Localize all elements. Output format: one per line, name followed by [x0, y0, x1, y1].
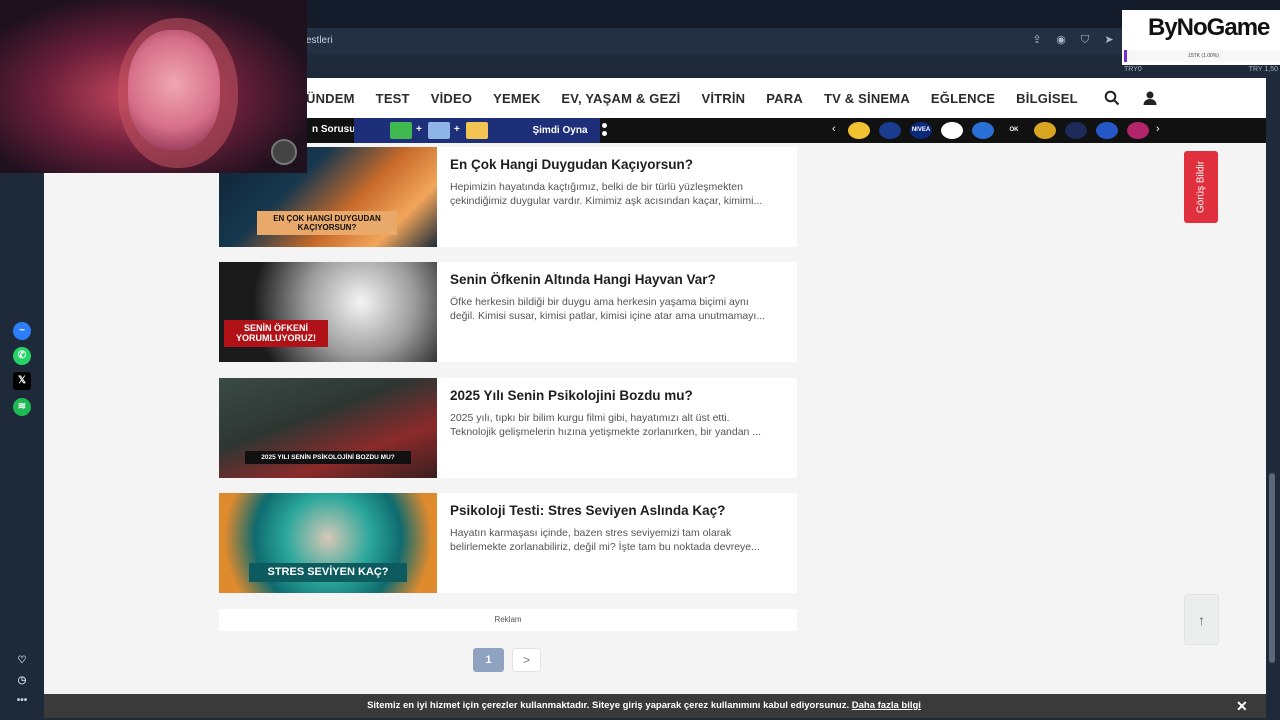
overlay-ticker: TRY0 TRY 1,50: [1122, 66, 1280, 76]
address-text[interactable]: estleri: [306, 35, 333, 46]
bynogame-overlay: ByNoGame 15TK (1.00%): [1122, 10, 1280, 65]
article-title[interactable]: Senin Öfkenin Altında Hangi Hayvan Var?: [450, 272, 716, 287]
plus-icon: +: [454, 124, 460, 135]
article-thumbnail[interactable]: STRES SEVİYEN KAÇ?: [219, 493, 437, 593]
webcam-face: [128, 30, 220, 150]
spotify-icon[interactable]: ≋: [13, 398, 31, 416]
article-card[interactable]: 2025 YILI SENİN PSİKOLOJİNİ BOZDU MU? 20…: [219, 378, 797, 478]
ad-label: Reklam: [219, 609, 797, 631]
article-desc: Hayatın karmaşası içinde, bazen stres se…: [450, 526, 790, 554]
camera-icon[interactable]: ◉: [1054, 33, 1068, 47]
share-icon[interactable]: ⇪: [1030, 33, 1044, 47]
nav-item[interactable]: TEST: [376, 91, 410, 106]
chevron-right-icon[interactable]: ›: [1156, 123, 1160, 135]
cookie-more-link[interactable]: Daha fazla bilgi: [852, 700, 921, 711]
plus-icon: +: [416, 124, 422, 135]
bynogame-logo: ByNoGame: [1122, 10, 1280, 46]
article-thumbnail[interactable]: 2025 YILI SENİN PSİKOLOJİNİ BOZDU MU?: [219, 378, 437, 478]
desc-line: 2025 yılı, tıpkı bir bilim kurgu filmi g…: [450, 412, 730, 424]
thumbnail-caption: SENİN ÖFKENİ YORUMLUYORUZ!: [224, 320, 328, 347]
page-scrollbar[interactable]: [1266, 78, 1280, 694]
desc-line: Teknolojik gelişmelerin hızına yetişmekt…: [450, 426, 762, 438]
desc-line: Hayatın karmaşası içinde, bazen stres se…: [450, 527, 732, 539]
daily-question-label[interactable]: n Sorusu: [312, 124, 355, 135]
brand-logo-icon[interactable]: [1034, 122, 1056, 139]
nav-item[interactable]: EĞLENCE: [931, 91, 995, 106]
brand-logo-icon[interactable]: [972, 122, 994, 139]
cookie-banner: Sitemiz en iyi hizmet için çerezler kull…: [44, 694, 1266, 718]
brand-logo-icon[interactable]: [879, 122, 901, 139]
article-title[interactable]: Psikoloji Testi: Stres Seviyen Aslında K…: [450, 503, 725, 518]
play-now-button[interactable]: Şimdi Oyna: [520, 118, 600, 143]
ticker-right: TRY 1,50: [1248, 66, 1278, 73]
desc-line: değil. Kimisi susar, kimisi patlar, kimi…: [450, 310, 766, 322]
article-desc: 2025 yılı, tıpkı bir bilim kurgu filmi g…: [450, 411, 790, 439]
webcam-overlay: [0, 0, 307, 173]
article-desc: Öfke herkesin bildiği bir duygu ama herk…: [450, 295, 790, 323]
user-icon[interactable]: [1142, 90, 1158, 106]
more-dots-icon[interactable]: [602, 123, 608, 139]
scroll-top-button[interactable]: ↑: [1184, 594, 1219, 645]
more-icon[interactable]: •••: [13, 692, 31, 710]
send-icon[interactable]: ➤: [1102, 33, 1116, 47]
nav-items: ÜNDEM TEST VİDEO YEMEK EV, YAŞAM & GEZİ VİTRİ…: [306, 91, 1099, 106]
article-desc: Hepimizin hayatında kaçtığımız, belki de…: [450, 180, 790, 208]
history-icon[interactable]: ◷: [13, 672, 31, 690]
game-tile-icon: [390, 122, 412, 139]
feedback-label: Görüş Bildir: [1195, 160, 1207, 214]
game-banner[interactable]: + +: [354, 118, 520, 143]
microphone-icon: [271, 139, 297, 165]
donation-bar: 15TK (1.00%): [1124, 50, 1280, 62]
article-card[interactable]: SENİN ÖFKENİ YORUMLUYORUZ! Senin Öfkenin…: [219, 262, 797, 362]
heart-icon[interactable]: ♡: [13, 652, 31, 670]
search-icon[interactable]: [1104, 90, 1120, 106]
game-tile-icon: [466, 122, 488, 139]
desc-line: belirlemekte zorlanabiliriz, değil mi? İ…: [450, 541, 760, 553]
thumbnail-caption: EN ÇOK HANGİ DUYGUDAN KAÇIYORSUN?: [257, 211, 397, 236]
brand-logo-icon[interactable]: OK: [1003, 122, 1025, 139]
nav-item[interactable]: PARA: [766, 91, 803, 106]
ticker-left: TRY0: [1124, 66, 1142, 73]
nav-item[interactable]: ÜNDEM: [306, 91, 355, 106]
page-1-button[interactable]: 1: [473, 648, 504, 672]
cookie-text: Sitemiz en iyi hizmet için çerezler kull…: [367, 700, 850, 711]
brand-logo-icon[interactable]: [1065, 122, 1087, 139]
article-thumbnail[interactable]: SENİN ÖFKENİ YORUMLUYORUZ!: [219, 262, 437, 362]
desc-line: çekindiğimiz duygular vardır. Kimimiz aş…: [450, 195, 763, 207]
scrollbar-thumb[interactable]: [1269, 473, 1275, 663]
desc-line: Öfke herkesin bildiği bir duygu ama herk…: [450, 296, 749, 308]
nav-item[interactable]: YEMEK: [493, 91, 540, 106]
brand-logo-icon[interactable]: [1127, 122, 1149, 139]
thumbnail-caption: STRES SEVİYEN KAÇ?: [249, 563, 407, 582]
nav-item[interactable]: VİTRİN: [701, 91, 745, 106]
chevron-left-icon[interactable]: ‹: [832, 123, 836, 135]
article-card[interactable]: STRES SEVİYEN KAÇ? Psikoloji Testi: Stre…: [219, 493, 797, 593]
nav-item[interactable]: BİLGİSEL: [1016, 91, 1078, 106]
article-title[interactable]: En Çok Hangi Duygudan Kaçıyorsun?: [450, 157, 693, 172]
brand-logo-icon[interactable]: NIVEA: [910, 122, 932, 139]
brand-logo-icon[interactable]: [1096, 122, 1118, 139]
desc-line: Hepimizin hayatında kaçtığımız, belki de…: [450, 181, 743, 193]
close-icon[interactable]: ✕: [1236, 694, 1248, 718]
x-icon[interactable]: 𝕏: [13, 372, 31, 390]
whatsapp-icon[interactable]: ✆: [13, 347, 31, 365]
browser-sidebar: ~ ✆ 𝕏 ≋ ♡ ◷ •••: [0, 78, 44, 720]
messenger-icon[interactable]: ~: [13, 322, 31, 340]
cookie-text-wrap: Sitemiz en iyi hizmet için çerezler kull…: [44, 694, 1244, 718]
shield-icon[interactable]: ⛉: [1078, 33, 1092, 47]
next-page-button[interactable]: >: [512, 648, 541, 672]
game-tile-icon: [428, 122, 450, 139]
brand-logo-icon[interactable]: [941, 122, 963, 139]
brand-carousel: NIVEA OK: [848, 122, 1149, 139]
nav-item[interactable]: EV, YAŞAM & GEZİ: [561, 91, 680, 106]
nav-item[interactable]: VİDEO: [431, 91, 472, 106]
brand-logo-icon[interactable]: [848, 122, 870, 139]
nav-item[interactable]: TV & SİNEMA: [824, 91, 910, 106]
feedback-button[interactable]: Görüş Bildir: [1184, 151, 1218, 223]
thumbnail-caption: 2025 YILI SENİN PSİKOLOJİNİ BOZDU MU?: [245, 451, 411, 465]
article-title[interactable]: 2025 Yılı Senin Psikolojini Bozdu mu?: [450, 388, 693, 403]
